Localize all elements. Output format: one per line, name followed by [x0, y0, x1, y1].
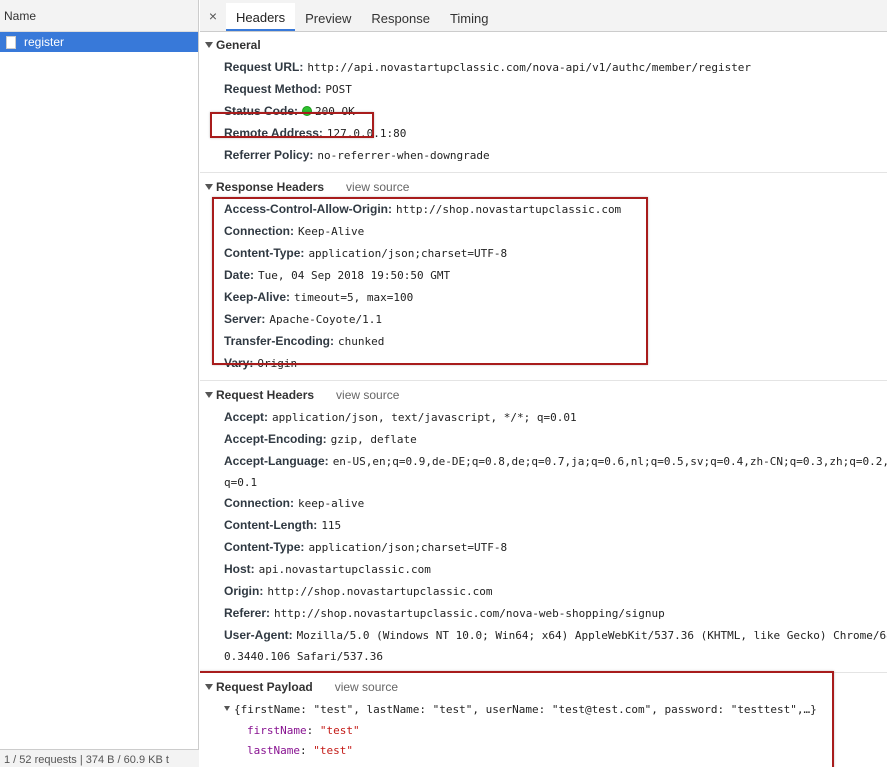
header-row: Status Code: 200 OK: [224, 104, 355, 118]
header-row: Connection: keep-alive: [224, 496, 365, 510]
header-row: Remote Address: 127.0.0.1:80: [224, 126, 407, 140]
header-row: Request URL: http://api.novastartupclassi…: [224, 60, 752, 74]
tab-headers[interactable]: Headers: [226, 3, 296, 31]
header-row: Content-Length: 115: [224, 518, 342, 532]
header-row-continuation: q=0.1: [224, 476, 258, 489]
request-list-panel: Name register 1 / 52 requests | 374 B / …: [0, 0, 199, 767]
expand-triangle-icon: [224, 706, 230, 711]
close-icon[interactable]: ×: [206, 5, 220, 31]
request-payload-toggle[interactable]: Request Payload view source: [200, 676, 887, 698]
view-source-link[interactable]: view source: [346, 180, 409, 194]
payload-field: firstName: "test": [247, 724, 360, 737]
response-headers-toggle[interactable]: Response Headers view source: [200, 176, 887, 198]
header-row: Vary: Origin: [224, 356, 298, 370]
details-tabbar: × Headers Preview Response Timing: [200, 0, 887, 32]
header-row: Origin: http://shop.novastartupclassic.co…: [224, 584, 493, 598]
header-row: Date: Tue, 04 Sep 2018 19:50:50 GMT: [224, 268, 451, 282]
request-headers-section: Request Headers view source Accept: appli…: [200, 381, 887, 673]
section-title: General: [216, 38, 261, 52]
payload-object-toggle[interactable]: {firstName: "test", lastName: "test", us…: [200, 698, 887, 720]
request-details-panel: × Headers Preview Response Timing Genera…: [200, 0, 887, 767]
response-headers-section: Response Headers view source Access-Cont…: [200, 173, 887, 381]
header-row: Server: Apache-Coyote/1.1: [224, 312, 382, 326]
header-row: Access-Control-Allow-Origin: http://shop.…: [224, 202, 622, 216]
status-bar: 1 / 52 requests | 374 B / 60.9 KB t: [0, 749, 199, 767]
header-row: Accept: application/json, text/javascript…: [224, 410, 577, 424]
tab-timing[interactable]: Timing: [440, 3, 499, 31]
header-row: Request Method: POST: [224, 82, 352, 96]
collapse-triangle-icon: [205, 42, 213, 48]
header-row: Keep-Alive: timeout=5, max=100: [224, 290, 414, 304]
collapse-triangle-icon: [205, 684, 213, 690]
file-icon: [6, 35, 16, 49]
payload-field: lastName: "test": [247, 744, 353, 757]
general-section: General Request URL: http://api.novastart…: [200, 32, 887, 173]
header-row: User-Agent: Mozilla/5.0 (Windows NT 10.0;…: [224, 628, 887, 642]
header-row: Referrer Policy: no-referrer-when-downgra…: [224, 148, 490, 162]
tab-response[interactable]: Response: [361, 3, 440, 31]
header-row: Connection: Keep-Alive: [224, 224, 365, 238]
name-column-header[interactable]: Name: [0, 0, 198, 32]
header-row: Content-Type: application/json;charset=UT…: [224, 540, 508, 554]
view-source-link[interactable]: view source: [335, 680, 398, 694]
header-row: Transfer-Encoding: chunked: [224, 334, 385, 348]
request-headers-toggle[interactable]: Request Headers view source: [200, 384, 887, 406]
request-name: register: [24, 35, 65, 49]
header-row: Content-Type: application/json;charset=UT…: [224, 246, 508, 260]
tab-preview[interactable]: Preview: [295, 3, 361, 31]
view-source-link[interactable]: view source: [336, 388, 399, 402]
request-payload-section: Request Payload view source {firstName: …: [200, 671, 887, 767]
request-row-register[interactable]: register: [0, 32, 198, 52]
header-row: Accept-Language: en-US,en;q=0.9,de-DE;q=0…: [224, 454, 887, 468]
header-row: Accept-Encoding: gzip, deflate: [224, 432, 417, 446]
collapse-triangle-icon: [205, 392, 213, 398]
header-row: Host: api.novastartupclassic.com: [224, 562, 431, 576]
collapse-triangle-icon: [205, 184, 213, 190]
status-ok-icon: [302, 106, 313, 116]
general-toggle[interactable]: General: [200, 34, 887, 56]
header-row: Referer: http://shop.novastartupclassic.c…: [224, 606, 665, 620]
header-row-continuation: 0.3440.106 Safari/537.36: [224, 650, 383, 663]
